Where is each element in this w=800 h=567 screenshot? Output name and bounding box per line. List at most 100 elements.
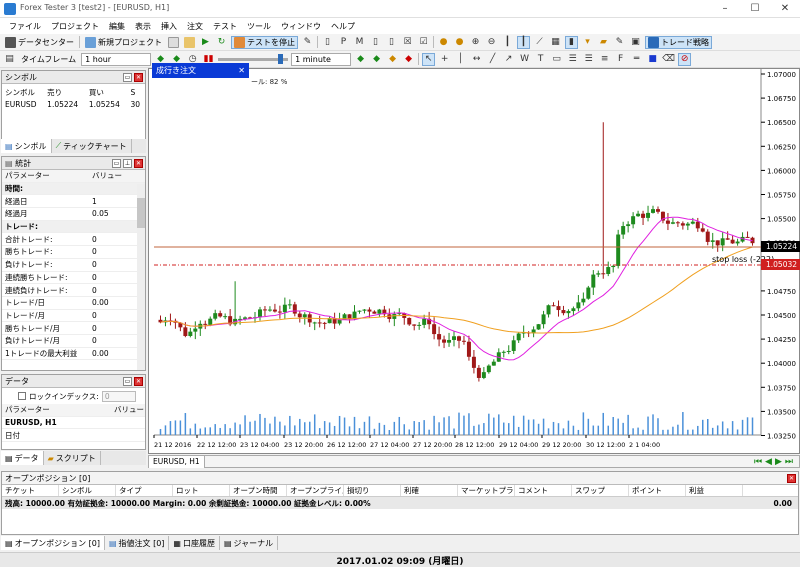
lock-index-checkbox[interactable] <box>18 392 26 400</box>
eraser-icon[interactable]: ⌫ <box>662 53 675 66</box>
close-icon[interactable]: ✕ <box>134 72 143 82</box>
column-header[interactable]: ロット <box>173 485 230 496</box>
vertical-line-icon[interactable]: │ <box>454 53 467 66</box>
column-header[interactable]: コメント <box>515 485 572 496</box>
menu-order[interactable]: 注文 <box>182 21 208 32</box>
doc2-icon[interactable]: ▯ <box>385 36 398 49</box>
minimize-button[interactable]: – <box>710 0 740 18</box>
close-doc-icon[interactable]: ☒ <box>401 36 414 49</box>
paste-icon[interactable] <box>183 36 196 49</box>
menu-tools[interactable]: ツール <box>242 21 276 32</box>
menu-help[interactable]: ヘルプ <box>326 21 360 32</box>
crosshair-icon[interactable]: + <box>438 53 451 66</box>
tab-tick-chart[interactable]: ⟋ ティックチャート <box>52 139 132 153</box>
chart-canvas[interactable]: stop loss (-222) 1.070001.067501.065001.… <box>149 69 800 455</box>
table-row[interactable]: EURUSD 1.05224 1.05254 30 <box>2 98 145 110</box>
maximize-button[interactable]: ☐ <box>740 0 770 18</box>
first-icon[interactable]: ⏮ <box>754 457 762 467</box>
brush-icon[interactable]: ✎ <box>613 36 626 49</box>
menu-insert[interactable]: 挿入 <box>156 21 182 32</box>
price-chart[interactable]: stop loss (-222) 1.07000 1.06750 1.06500 1.… <box>148 68 800 454</box>
close-icon[interactable]: ✕ <box>238 66 245 75</box>
m-icon[interactable]: M <box>353 36 366 49</box>
play-icon[interactable]: ▶ <box>199 36 212 49</box>
menu-edit[interactable]: 編集 <box>104 21 130 32</box>
color-icon[interactable]: ■ <box>646 53 659 66</box>
copy-icon[interactable] <box>167 36 180 49</box>
restore-icon[interactable]: ▭ <box>112 158 121 168</box>
menu-file[interactable]: ファイル <box>4 21 46 32</box>
tab-script[interactable]: ▰ スクリプト <box>44 451 101 465</box>
magnet-icon[interactable]: ⊘ <box>678 52 692 66</box>
menu-test[interactable]: テスト <box>208 21 242 32</box>
screenshot-icon[interactable]: ▣ <box>629 36 642 49</box>
column-header[interactable]: 利益 <box>686 485 743 496</box>
data-center-button[interactable]: データセンター <box>3 36 76 48</box>
restore-icon[interactable]: ▭ <box>123 72 132 82</box>
candle-chart-icon[interactable]: ┃ <box>517 35 530 49</box>
fib2-icon[interactable]: ☰ <box>582 53 595 66</box>
volume-icon[interactable]: ▮ <box>565 35 578 49</box>
menu-view[interactable]: 表示 <box>130 21 156 32</box>
column-header[interactable]: オープンプライス <box>287 485 344 496</box>
column-header[interactable]: マーケットプライス <box>458 485 515 496</box>
bar-chart-icon[interactable]: ┃ <box>501 36 514 49</box>
column-header[interactable]: 損切り <box>344 485 401 496</box>
line-style-icon[interactable]: ═ <box>630 53 643 66</box>
coins-icon[interactable]: ● <box>437 36 450 49</box>
column-header[interactable]: チケット <box>2 485 59 496</box>
close-icon[interactable]: ✕ <box>134 158 143 168</box>
p-icon[interactable]: P <box>337 36 350 49</box>
horizontal-line-icon[interactable]: ↔ <box>470 53 483 66</box>
close-icon[interactable]: ✕ <box>787 473 796 483</box>
tab-account-history[interactable]: ▦ 口座履歴 <box>169 536 220 550</box>
tab-journal[interactable]: ▤ ジャーナル <box>220 536 279 550</box>
check-doc-icon[interactable]: ☑ <box>417 36 430 49</box>
speed-select[interactable]: 1 minute <box>291 52 352 66</box>
market-order-popup[interactable]: 成行き注文 ✕ <box>152 63 249 78</box>
text-icon[interactable]: T <box>534 53 547 66</box>
menu-window[interactable]: ウィンドウ <box>276 21 326 32</box>
chart-tab[interactable]: EURUSD, H1 <box>149 455 205 468</box>
ray-icon[interactable]: ↗ <box>502 53 515 66</box>
new-project-button[interactable]: 新規プロジェクト <box>83 36 164 48</box>
close-icon[interactable]: ✕ <box>134 376 143 386</box>
menu-project[interactable]: プロジェクト <box>46 21 104 32</box>
red-icon[interactable]: ◆ <box>402 53 415 66</box>
tab-pending-orders[interactable]: ▤ 指値注文 [0] <box>105 536 170 550</box>
timeframe-select[interactable]: 1 hour <box>81 52 152 66</box>
stats-scrollbar[interactable] <box>137 184 145 370</box>
stop-test-button[interactable]: テストを停止 <box>231 35 298 49</box>
tab-symbols[interactable]: ▤ シンボル <box>1 139 52 153</box>
zoom-out-icon[interactable]: ⊖ <box>485 36 498 49</box>
fib-icon[interactable]: ☰ <box>566 53 579 66</box>
channel-icon[interactable]: ▭ <box>550 53 563 66</box>
grid-icon[interactable]: ▦ <box>549 36 562 49</box>
chart-settings-icon[interactable]: ▤ <box>3 53 16 66</box>
next-icon[interactable]: ▶ <box>775 457 782 467</box>
close-button[interactable]: ✕ <box>770 0 800 18</box>
zoom-in-icon[interactable]: ⊕ <box>469 36 482 49</box>
line-chart-icon[interactable]: ⟋ <box>533 36 546 49</box>
column-header[interactable]: スワップ <box>572 485 629 496</box>
indicator-icon[interactable]: ▾ <box>581 36 594 49</box>
green-arrow-icon[interactable]: ◆ <box>354 53 367 66</box>
coins2-icon[interactable]: ● <box>453 36 466 49</box>
lock-index-input[interactable]: 0 <box>101 390 136 402</box>
restore-icon[interactable]: ▭ <box>123 376 132 386</box>
tab-open-positions[interactable]: ▤ オープンポジション [0] <box>1 536 105 550</box>
speed-slider[interactable] <box>218 53 289 64</box>
trend-line-icon[interactable]: ╱ <box>486 53 499 66</box>
wave-icon[interactable]: W <box>518 53 531 66</box>
column-header[interactable]: ポイント <box>629 485 686 496</box>
edit-icon[interactable]: ✎ <box>301 36 314 49</box>
refresh-icon[interactable]: ↻ <box>215 36 228 49</box>
tab-data[interactable]: ▤ データ <box>1 451 44 465</box>
last-icon[interactable]: ⏭ <box>785 457 793 467</box>
orange-icon[interactable]: ◆ <box>386 53 399 66</box>
doc-icon[interactable]: ▯ <box>369 36 382 49</box>
folder-icon[interactable]: ▰ <box>597 36 610 49</box>
green-arrow2-icon[interactable]: ◆ <box>370 53 383 66</box>
prev-icon[interactable]: ◀ <box>765 457 772 467</box>
column-header[interactable]: 利確 <box>401 485 458 496</box>
